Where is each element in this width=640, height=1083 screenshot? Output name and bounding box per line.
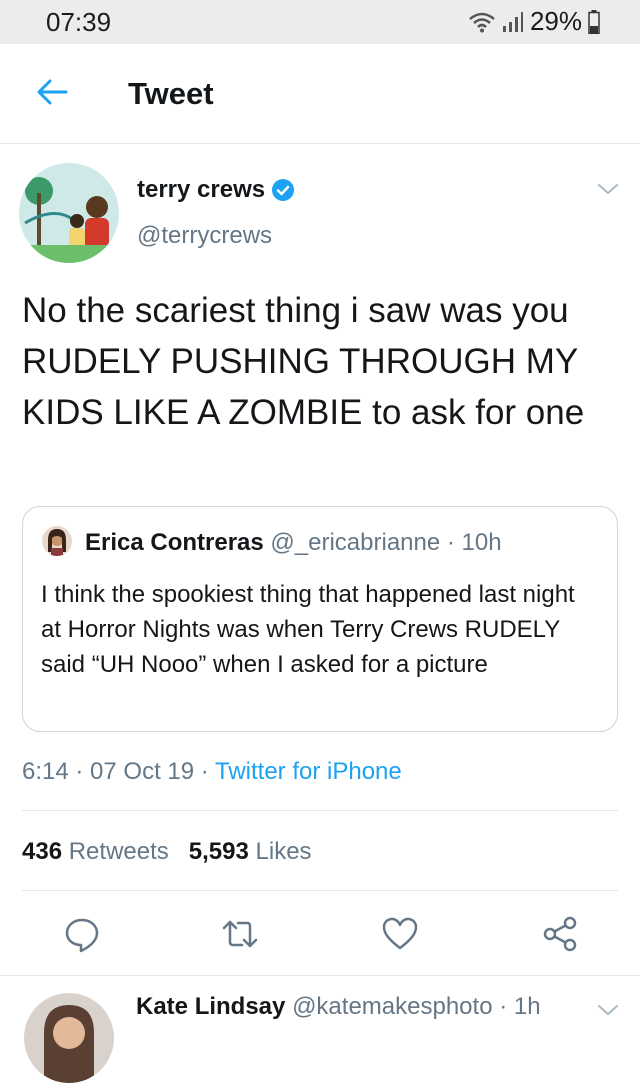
tweet-timestamp: 6:14 · 07 Oct 19 ·	[22, 758, 215, 785]
reply-author-avatar[interactable]	[24, 993, 114, 1083]
divider	[22, 890, 618, 891]
quoted-author-avatar	[42, 526, 72, 556]
likes-stat[interactable]: 5,593 Likes	[189, 838, 312, 865]
quoted-tweet-header: Erica Contreras @_ericabrianne · 10h	[85, 529, 502, 557]
author-name[interactable]: terry crews	[137, 176, 295, 204]
status-indicators: 29%	[468, 6, 600, 37]
battery-percentage: 29%	[529, 6, 582, 36]
likes-label: Likes	[255, 838, 312, 865]
retweets-label: Retweets	[68, 838, 169, 865]
retweets-count: 436	[22, 838, 63, 865]
reply-author-name[interactable]: Kate Lindsay	[136, 993, 285, 1020]
retweets-stat[interactable]: 436 Retweets	[22, 838, 169, 865]
chevron-down-icon[interactable]	[596, 1001, 620, 1019]
page-title: Tweet	[128, 76, 214, 111]
signal-icon	[502, 11, 523, 32]
arrow-left-icon[interactable]	[34, 74, 70, 110]
tweet-stats: 436 Retweets 5,593 Likes	[22, 838, 312, 866]
top-app-bar: Tweet	[0, 44, 640, 144]
wifi-icon	[469, 12, 495, 32]
tweet-source-link[interactable]: Twitter for iPhone	[215, 758, 402, 785]
tweet-text: No the scariest thing i saw was you RUDE…	[22, 291, 585, 432]
author-handle[interactable]: @terrycrews	[137, 222, 272, 250]
tweet-meta: 6:14 · 07 Oct 19 · Twitter for iPhone	[22, 758, 402, 786]
reply-header: Kate Lindsay @katemakesphoto · 1h	[136, 993, 541, 1021]
divider	[0, 975, 640, 976]
retweet-icon[interactable]	[220, 914, 260, 954]
quoted-author-name: Erica Contreras	[85, 529, 264, 556]
verified-badge-icon	[272, 179, 295, 201]
reply-author-meta: @katemakesphoto · 1h	[292, 993, 541, 1020]
reply-icon[interactable]	[62, 914, 102, 954]
author-name-text: terry crews	[137, 176, 266, 203]
status-time: 07:39	[46, 7, 112, 37]
chevron-down-icon[interactable]	[596, 180, 620, 198]
like-icon[interactable]	[380, 914, 420, 954]
share-icon[interactable]	[540, 914, 580, 954]
battery-icon	[588, 9, 600, 34]
author-avatar[interactable]	[19, 163, 119, 263]
likes-count: 5,593	[188, 838, 249, 865]
quoted-author-meta: @_ericabrianne · 10h	[270, 529, 502, 556]
divider	[22, 810, 618, 811]
status-bar: 07:39 29%	[0, 0, 640, 44]
quoted-tweet-card[interactable]: Erica Contreras @_ericabrianne · 10h I t…	[22, 506, 618, 732]
quoted-tweet-text: I think the spookiest thing that happene…	[41, 581, 575, 678]
